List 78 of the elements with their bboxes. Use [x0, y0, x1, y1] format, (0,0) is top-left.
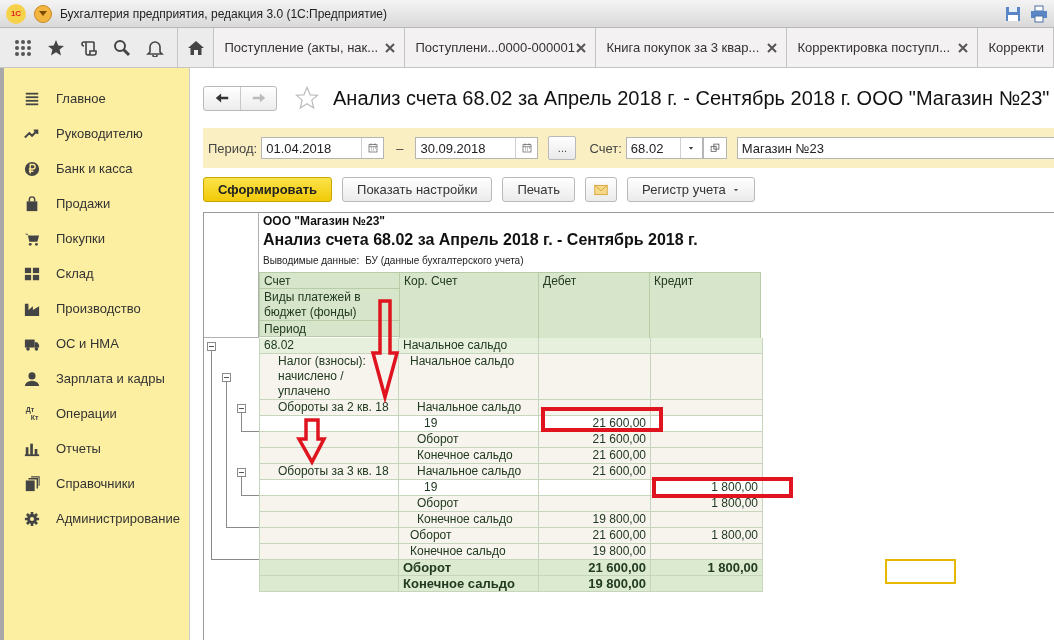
- report-organization: ООО "Магазин №23": [263, 214, 386, 228]
- annotation-arrow: [296, 418, 327, 466]
- section-link[interactable]: Руководителю: [4, 116, 189, 151]
- range-dash: –: [396, 140, 404, 156]
- output-label: Выводимые данные:: [263, 255, 360, 266]
- section-link[interactable]: Зарплата и кадры: [4, 361, 189, 396]
- period-label: Период:: [208, 140, 258, 156]
- person-icon: [24, 370, 40, 387]
- menu-icon: [24, 90, 40, 107]
- open-form-icon: [709, 142, 720, 154]
- search-icon[interactable]: [112, 38, 131, 57]
- close-icon[interactable]: [576, 42, 587, 53]
- collapse-toggle[interactable]: [222, 373, 231, 382]
- document-tab[interactable]: Корректи: [978, 28, 1054, 67]
- account-field[interactable]: 68.02: [625, 137, 703, 159]
- section-link[interactable]: Администрирование: [4, 501, 189, 536]
- ruble-icon: [24, 160, 40, 177]
- section-link[interactable]: Покупки: [4, 221, 189, 256]
- scroll-icon[interactable]: [79, 38, 98, 57]
- column-header: Кор. Счет: [399, 272, 539, 339]
- toolbar-button[interactable]: Печать: [502, 177, 576, 202]
- print-icon[interactable]: [1030, 4, 1048, 23]
- home-icon: [186, 38, 205, 57]
- close-icon[interactable]: [385, 42, 396, 53]
- date-from-field[interactable]: 01.04.2018: [261, 137, 385, 159]
- minus-icon: [209, 344, 214, 349]
- minus-icon: [239, 406, 244, 411]
- apps-grid-icon[interactable]: [13, 38, 32, 57]
- generate-button[interactable]: Сформировать: [203, 177, 333, 202]
- caret-icon: [39, 11, 47, 16]
- column-header: Кредит: [649, 272, 761, 339]
- bell-icon[interactable]: [145, 38, 164, 57]
- calendar-icon: [366, 142, 379, 154]
- table-cell: Конечное сальдо: [399, 576, 539, 592]
- section-link[interactable]: Банк и касса: [4, 151, 189, 186]
- books-icon: [24, 475, 40, 492]
- section-link[interactable]: Главное: [4, 81, 189, 116]
- collapse-toggle[interactable]: [237, 468, 246, 477]
- organization-field[interactable]: Магазин №23: [736, 137, 1054, 159]
- minus-icon: [224, 375, 229, 380]
- minus-icon: [239, 470, 244, 475]
- calendar-icon: [520, 142, 533, 154]
- close-icon[interactable]: [958, 42, 969, 53]
- close-icon[interactable]: [767, 42, 778, 53]
- section-link[interactable]: ОС и НМА: [4, 326, 189, 361]
- date-to-field[interactable]: 30.09.2018: [415, 137, 539, 159]
- output-value: БУ (данные бухгалтерского учета): [365, 255, 524, 266]
- column-header: Период: [259, 320, 400, 337]
- window-title: Бухгалтерия предприятия, редакция 3.0 (1С:Предприятие): [60, 6, 389, 21]
- cell-cursor: [885, 559, 956, 584]
- open-button[interactable]: [702, 137, 727, 159]
- form-title: Анализ счета 68.02 за Апрель 2018 г. - Сентябрь 2018 г. ООО "Магазин №23": [333, 86, 1050, 110]
- shopping-bag-icon: [24, 195, 40, 212]
- toolbar-button[interactable]: Показать настройки: [342, 177, 493, 202]
- document-tab[interactable]: Поступление (акты, нак...: [214, 28, 406, 67]
- grid-icon: [24, 265, 40, 282]
- envelope-icon: [593, 182, 610, 197]
- settings-icon: [24, 510, 40, 527]
- star-icon[interactable]: [46, 38, 65, 57]
- collapse-toggle[interactable]: [237, 404, 246, 413]
- star-icon[interactable]: [295, 86, 319, 110]
- period-select-button[interactable]: ...: [548, 136, 577, 160]
- section-link[interactable]: Справочники: [4, 466, 189, 501]
- section-link[interactable]: Склад: [4, 256, 189, 291]
- account-label: Счет:: [589, 140, 622, 156]
- section-link[interactable]: Продажи: [4, 186, 189, 221]
- main-menu-button[interactable]: [34, 4, 52, 23]
- section-link[interactable]: Производство: [4, 291, 189, 326]
- column-header: Дебет: [538, 272, 650, 339]
- report-title: Анализ счета 68.02 за Апрель 2018 г. - Сентябрь 2018 г.: [263, 231, 699, 249]
- table-cell: 19 800,00: [539, 576, 651, 592]
- save-icon[interactable]: [1004, 4, 1022, 23]
- document-tab[interactable]: Книга покупок за 3 квар...: [596, 28, 788, 67]
- register-dropdown[interactable]: Регистр учета: [627, 177, 755, 202]
- collapse-toggle[interactable]: [207, 342, 216, 351]
- section-link[interactable]: Отчеты: [4, 431, 189, 466]
- document-tab[interactable]: Корректировка поступл...: [787, 28, 979, 67]
- document-tab[interactable]: Поступлени...0000-000001: [405, 28, 597, 67]
